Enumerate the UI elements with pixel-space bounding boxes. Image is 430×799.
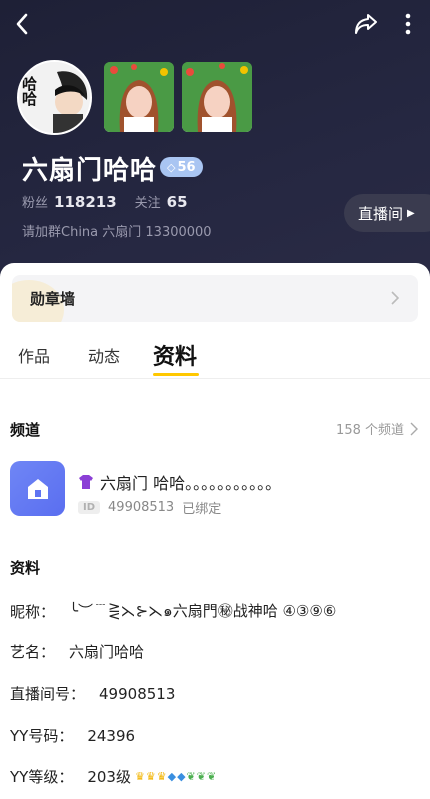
- leaf-icon: ❦: [196, 770, 206, 783]
- active-tab-indicator: [153, 373, 199, 376]
- photo-image: [182, 62, 252, 132]
- fans-count[interactable]: 118213: [54, 193, 117, 211]
- chevron-right-icon: [391, 291, 400, 305]
- profile-stats: 粉丝 118213 关注 65: [22, 192, 206, 211]
- tab-bar: 作品 动态 资料: [0, 333, 430, 379]
- tab-works[interactable]: 作品: [18, 343, 50, 367]
- bind-status: 已绑定: [182, 502, 222, 517]
- photo-thumbnail[interactable]: [182, 62, 252, 132]
- channel-id: 49908513: [108, 500, 175, 515]
- channel-count-link[interactable]: 158 个频道: [336, 419, 418, 438]
- channel-name: 六扇门 哈哈。。。。。。。。。。。: [100, 474, 282, 493]
- channel-id-row: ID 49908513 已绑定: [78, 498, 221, 517]
- crown-icon: ♛: [156, 770, 167, 783]
- leaf-icon: ❦: [206, 770, 217, 783]
- info-value: 203级: [87, 768, 131, 786]
- back-button[interactable]: [8, 8, 36, 40]
- crown-icon: ♛: [145, 770, 156, 783]
- more-button[interactable]: [396, 8, 420, 40]
- leaf-icon: ❦: [186, 770, 196, 783]
- share-button[interactable]: [350, 8, 382, 40]
- diamond-icon: ◆: [167, 770, 177, 783]
- info-key: YY号码：: [10, 727, 74, 745]
- profile-name: 六扇门哈哈: [22, 156, 158, 186]
- channel-count: 158 个频道: [336, 423, 404, 438]
- crown-icon: ♛: [134, 770, 145, 783]
- avatar-text: 哈哈: [20, 76, 38, 106]
- follow-count[interactable]: 65: [167, 193, 188, 211]
- channel-icon[interactable]: [10, 461, 65, 516]
- level-value: 56: [177, 159, 196, 175]
- info-key: 直播间号：: [10, 685, 86, 703]
- more-vertical-icon: [405, 13, 411, 35]
- level-badge: ◇ 56: [160, 157, 203, 177]
- home-icon: [27, 478, 48, 499]
- info-key: YY等级：: [10, 768, 74, 786]
- follow-label: 关注: [134, 196, 161, 211]
- group-info: 请加群China 六扇门 13300000: [22, 225, 212, 240]
- medal-wall-label: 勋章墙: [30, 290, 76, 308]
- chevron-left-icon: [16, 13, 28, 35]
- chevron-right-icon: [410, 422, 418, 435]
- info-row-yy-number: YY号码： 24396: [10, 725, 135, 746]
- play-triangle-icon: ▶: [407, 207, 415, 219]
- tab-dynamics[interactable]: 动态: [88, 343, 120, 367]
- avatar[interactable]: 哈哈: [17, 60, 92, 135]
- info-value: 24396: [87, 726, 136, 745]
- info-key: 昵称：: [10, 602, 56, 621]
- channel-name-row[interactable]: 六扇门 哈哈。。。。。。。。。。。: [78, 470, 281, 494]
- live-room-button[interactable]: 直播间 ▶: [344, 194, 430, 232]
- info-value: ╰︶﹉⋛⋋⊱⋋๑六扇門㊙战神哈 ④③⑨⑥: [69, 602, 337, 620]
- photo-image: [104, 62, 174, 132]
- info-section-title: 资料: [10, 559, 41, 577]
- level-icons: ♛ ♛ ♛ ◆ ◆ ❦ ❦ ❦: [135, 770, 216, 783]
- live-room-label: 直播间: [358, 204, 404, 223]
- share-icon: [355, 14, 377, 34]
- channel-section-title: 频道: [10, 421, 41, 439]
- content-sheet: 勋章墙 作品 动态 资料 频道 158 个频道 六扇门 哈哈。。。。。。。。。。…: [0, 263, 430, 799]
- medal-wall[interactable]: 勋章墙: [12, 275, 418, 322]
- info-value: 六扇门哈哈: [69, 643, 145, 661]
- info-value: 49908513: [99, 684, 176, 703]
- info-row-yy-level: YY等级： 203级 ♛ ♛ ♛ ◆ ◆ ❦ ❦ ❦: [10, 766, 216, 787]
- info-key: 艺名：: [10, 643, 56, 661]
- profile-header: 哈哈 六扇门哈哈 ◇ 56 粉丝 118213 关注 65 请加群China 六…: [0, 0, 430, 290]
- id-tag: ID: [78, 501, 101, 514]
- info-row-stage-name: 艺名： 六扇门哈哈: [10, 641, 144, 662]
- diamond-icon: ◆: [177, 770, 186, 783]
- photo-thumbnail[interactable]: [104, 62, 174, 132]
- shirt-icon: [79, 475, 93, 489]
- fans-label: 粉丝: [22, 196, 49, 211]
- info-row-room-number: 直播间号： 49908513: [10, 683, 175, 704]
- info-row-nickname: 昵称： ╰︶﹉⋛⋋⊱⋋๑六扇門㊙战神哈 ④③⑨⑥: [10, 599, 336, 623]
- diamond-icon: ◇: [167, 160, 176, 174]
- tab-profile[interactable]: 资料: [153, 339, 197, 371]
